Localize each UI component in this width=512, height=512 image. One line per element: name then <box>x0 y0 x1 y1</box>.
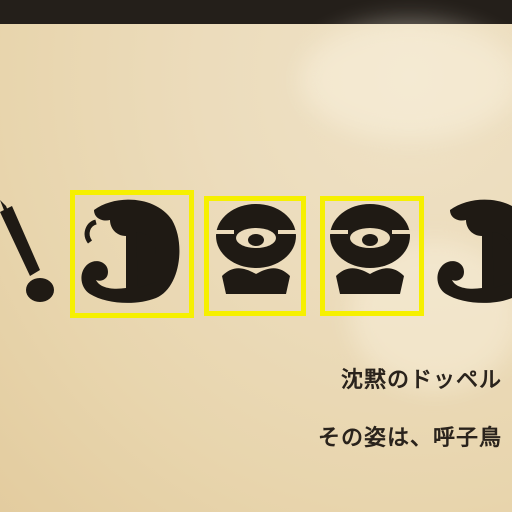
scepter-glyph-icon <box>0 200 54 302</box>
parchment-stain <box>300 20 512 140</box>
glyph-selection-box[interactable] <box>320 196 424 316</box>
glyph-selection-box[interactable] <box>70 190 194 318</box>
glyph-selection-box[interactable] <box>204 196 306 316</box>
caption-line-1: 沈黙のドッペル <box>340 368 502 393</box>
glyph-row <box>0 180 512 320</box>
curl-glyph-icon <box>437 199 512 303</box>
caption-line-2: その姿は、呼子鳥 <box>317 426 502 451</box>
top-bar <box>0 0 512 24</box>
